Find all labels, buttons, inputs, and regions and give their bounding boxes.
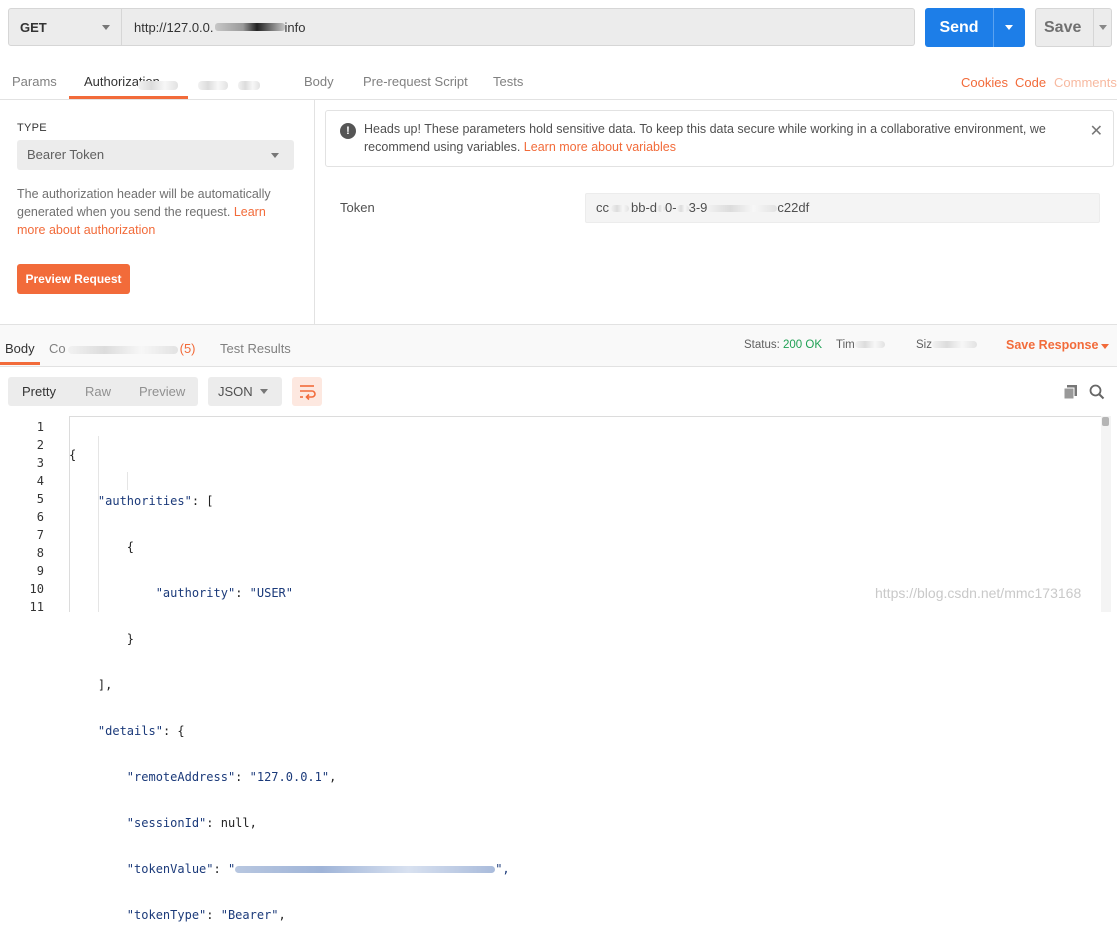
response-tab-test-results[interactable]: Test Results [220,341,291,356]
token-mid2: 0- [665,200,677,215]
method-label: GET [20,19,47,35]
redacted-mark [214,23,285,31]
size-label: Siz [916,339,932,351]
code-line: { [69,540,135,554]
auth-type-select[interactable]: Bearer Token [17,140,294,170]
code-line: "details": { [97,724,185,738]
send-label: Send [939,19,979,36]
code-line: "tokenType": "Bearer", [126,908,286,922]
tab-pre-request-script[interactable]: Pre-request Script [363,74,468,89]
redacted-mark [657,205,666,213]
token-start: cc [596,200,609,215]
response-tabs-divider [0,366,1117,367]
status-readout: Status: 200 OK [744,339,822,351]
auth-description-text: The authorization header will be automat… [17,187,271,219]
scrollbar[interactable] [1101,416,1111,612]
url-prefix: http://127.0.0. [134,19,214,35]
preview-request-button[interactable]: Preview Request [17,264,130,294]
code-line: "sessionId": null, [126,816,257,830]
sensitive-data-notice: ! Heads up! These parameters hold sensit… [325,110,1114,167]
save-label: Save [1044,19,1082,36]
notice-message: Heads up! These parameters hold sensitiv… [364,122,1046,154]
code-line: "authority": "USER" [155,586,293,600]
code-line: "authorities": [ [97,494,214,508]
token-input[interactable]: cc bb-d 0- 3-9 c22df [585,193,1100,223]
status-label: Status: [744,339,780,351]
type-label: TYPE [17,122,47,134]
send-button[interactable]: Send [925,8,1025,47]
format-value: JSON [218,384,253,399]
code-line: "remoteAddress": "127.0.0.1", [126,770,337,784]
view-pretty[interactable]: Pretty [22,377,56,406]
save-divider [1093,9,1094,46]
token-label: Token [340,200,375,215]
format-select[interactable]: JSON [208,377,282,406]
scrollbar-thumb[interactable] [1102,417,1109,426]
size-readout: Siz [916,339,977,351]
code-link[interactable]: Code [1015,75,1046,90]
chevron-down-icon [260,389,268,394]
token-end: c22df [777,200,810,215]
view-preview[interactable]: Preview [139,377,185,406]
search-icon[interactable] [1088,383,1106,406]
notice-text: Heads up! These parameters hold sensitiv… [364,120,1064,156]
redacted-mark [676,205,689,213]
response-tab-cookies[interactable]: Co (5) [49,341,196,356]
chevron-down-icon[interactable] [1101,344,1109,349]
token-mid: bb-d [631,200,658,215]
watermark: https://blog.csdn.net/mmc173168 [875,585,1082,601]
code-line: { [69,448,77,462]
wrap-icon [300,385,316,401]
close-icon[interactable]: ✕ [1090,121,1103,141]
code-line: "tokenValue": " ", [126,862,510,876]
time-readout: Tim [836,339,885,351]
save-options-chevron-icon[interactable] [1099,25,1107,30]
time-label: Tim [836,339,855,351]
json-body: { "authorities": [ { "authority": "USER"… [69,418,510,938]
chevron-down-icon [271,153,279,158]
auth-type-value: Bearer Token [27,147,105,162]
redacted-mark [611,205,629,213]
tab-body[interactable]: Body [304,74,334,89]
learn-variables-link[interactable]: Learn more about variables [524,140,676,154]
blurred-tab-text [138,77,260,95]
view-raw[interactable]: Raw [85,377,111,406]
method-select[interactable]: GET [8,8,122,46]
send-divider [993,8,994,47]
tab-params[interactable]: Params [12,74,57,89]
response-tab-body[interactable]: Body [5,341,35,356]
response-active-tab-indicator [0,362,40,365]
save-button[interactable]: Save [1035,8,1112,47]
line-number-gutter: 1 2 3 4 5 6 7 8 9 10 11 [29,420,44,614]
url-input[interactable]: http://127.0.0. info [122,8,915,46]
tab-tests[interactable]: Tests [493,74,523,89]
view-mode-group: Pretty Raw Preview [8,377,198,406]
chevron-down-icon [102,25,110,30]
panel-divider [314,100,315,324]
cookies-link[interactable]: Cookies [961,75,1008,90]
wrap-lines-button[interactable] [292,377,322,406]
code-line: } [69,632,135,646]
tabs-divider [0,99,1117,100]
send-options-chevron-icon[interactable] [1005,25,1013,30]
auth-description: The authorization header will be automat… [17,185,292,239]
info-icon: ! [340,123,356,139]
url-suffix: info [284,19,306,35]
token-mid3: 3-9 [688,200,708,215]
copy-icon[interactable] [1062,383,1080,406]
comments-link[interactable]: Comments [1054,75,1117,90]
code-line: ], [69,678,113,692]
save-response-button[interactable]: Save Response [1006,338,1098,352]
redacted-mark [707,205,778,213]
status-value: 200 OK [783,339,823,351]
